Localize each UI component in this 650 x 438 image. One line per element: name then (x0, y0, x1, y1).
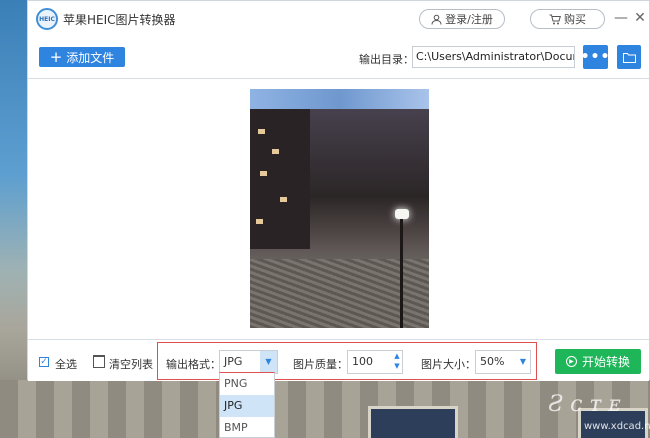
size-select[interactable]: 50% ▼ (475, 350, 531, 374)
size-label: 图片大小： (421, 358, 476, 371)
trash-icon[interactable] (93, 355, 105, 368)
folder-icon (622, 52, 636, 63)
quality-label: 图片质量： (293, 358, 348, 371)
play-icon: ▶ (565, 356, 577, 367)
add-file-label: 添加文件 (66, 50, 115, 65)
image-preview (250, 89, 429, 328)
preview-window (258, 129, 265, 134)
quality-stepper[interactable]: 100 ▲ ▼ (347, 350, 403, 374)
preview-window (260, 171, 267, 176)
user-icon (431, 14, 442, 25)
login-label: 登录/注册 (445, 13, 493, 26)
preview-lamp (395, 209, 409, 219)
browse-more-button[interactable]: ••• (581, 45, 609, 69)
clear-list-button[interactable]: 清空列表 (109, 356, 153, 372)
watermark-url: www.xdcad.net (584, 421, 650, 432)
output-path-field[interactable]: C:\Users\Administrator\Documents (412, 46, 575, 68)
bottom-bar: ✓ 全选 清空列表 输出格式： JPG ▼ 图片质量： 100 ▲ ▼ 图片大小：… (28, 339, 649, 381)
title-bar: HEIC 苹果HEIC图片转换器 登录/注册 购买 — ✕ (28, 1, 649, 37)
size-value: 50% (480, 355, 505, 368)
app-title: 苹果HEIC图片转换器 (63, 13, 176, 27)
buy-label: 购买 (564, 13, 586, 26)
app-window: HEIC 苹果HEIC图片转换器 登录/注册 购买 — ✕ + 添加文件 输出目… (27, 0, 650, 381)
preview-window (280, 197, 287, 202)
app-logo-icon: HEIC (36, 8, 58, 30)
preview-window (256, 219, 263, 224)
start-convert-button[interactable]: ▶ 开始转换 (555, 349, 641, 374)
format-value: JPG (224, 355, 243, 368)
output-dir-label: 输出目录： (359, 53, 414, 66)
add-file-button[interactable]: + 添加文件 (39, 47, 125, 67)
plus-icon: + (49, 48, 63, 66)
format-dropdown-list: PNG JPG BMP (219, 372, 275, 438)
dropdown-arrow-icon[interactable]: ▼ (517, 351, 529, 373)
desktop-photo-window (368, 406, 458, 438)
select-all-label[interactable]: 全选 (55, 356, 77, 372)
login-button[interactable]: 登录/注册 (419, 9, 505, 29)
format-select[interactable]: JPG ▼ (219, 350, 278, 374)
format-label: 输出格式： (166, 358, 221, 371)
desktop-background-left (0, 0, 27, 438)
preview-umbrella (250, 89, 429, 109)
dropdown-arrow-icon[interactable]: ▼ (260, 351, 277, 373)
buy-button[interactable]: 购买 (530, 9, 605, 29)
format-option-bmp[interactable]: BMP (220, 417, 274, 438)
minimize-button[interactable]: — (612, 9, 630, 27)
preview-window (272, 149, 279, 154)
select-all-checkbox[interactable]: ✓ (39, 357, 49, 367)
cart-icon (549, 14, 561, 24)
close-button[interactable]: ✕ (631, 9, 649, 27)
preview-building (250, 109, 310, 249)
quality-value: 100 (352, 355, 373, 368)
watermark-logo: Ƨ ᴄ ᴛ ᴇ (548, 392, 621, 417)
spinner-arrows-icon[interactable]: ▲ ▼ (392, 351, 402, 373)
start-label: 开始转换 (581, 355, 630, 369)
format-option-png[interactable]: PNG (220, 373, 274, 395)
preview-lamp-pole (400, 219, 403, 328)
format-option-jpg[interactable]: JPG (220, 395, 274, 417)
open-folder-button[interactable] (617, 45, 641, 69)
toolbar: + 添加文件 输出目录： C:\Users\Administrator\Docu… (28, 37, 649, 79)
